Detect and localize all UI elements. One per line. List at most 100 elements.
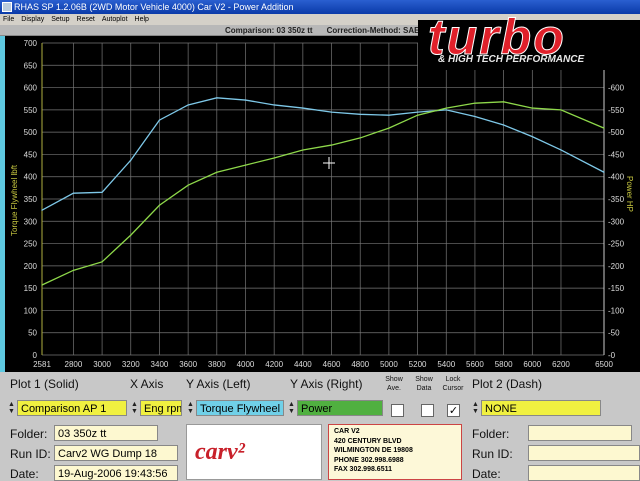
power-line-point — [359, 137, 361, 139]
yright-label: Y Axis (Right) — [290, 377, 363, 391]
x-tick-label: 5800 — [495, 360, 513, 369]
torque-line-point — [101, 191, 103, 193]
date1-label: Date: — [10, 467, 39, 481]
x-tick-label: 3400 — [151, 360, 169, 369]
y-right-tick-label: -450 — [608, 150, 625, 159]
menu-display[interactable]: Display — [21, 16, 44, 23]
power-line — [41, 101, 605, 286]
correction-text: Correction-Method: SAE — [326, 26, 420, 35]
xaxis-select[interactable]: Eng rpm — [140, 400, 182, 416]
runid2-field[interactable] — [528, 445, 640, 461]
power-line-point — [560, 109, 562, 111]
address-line: WILMINGTON DE 19808 — [334, 447, 413, 454]
torque-line-point — [72, 192, 75, 194]
y-right-tick-label: -50 — [608, 329, 620, 338]
menu-autoplot[interactable]: Autoplot — [102, 16, 128, 23]
y-right-tick-label: -250 — [608, 240, 625, 249]
power-line-point — [445, 107, 447, 109]
torque-line-point — [187, 104, 189, 106]
menu-help[interactable]: Help — [135, 16, 149, 23]
y-right-tick-label: -200 — [608, 262, 625, 271]
plot2-spinner[interactable]: ▲ ▼ — [472, 401, 480, 415]
x-tick-label: 4200 — [265, 360, 283, 369]
torque-line-point — [130, 159, 132, 161]
xaxis-spinner[interactable]: ▲ ▼ — [131, 401, 139, 415]
lock-cursor-checkbox[interactable]: ✓ — [447, 404, 460, 417]
x-tick-label: 6000 — [523, 360, 541, 369]
y-left-tick-label: 300 — [24, 217, 38, 226]
y-left-tick-label: 600 — [24, 84, 38, 93]
x-tick-label: 2800 — [65, 360, 83, 369]
torque-line-point — [474, 115, 476, 118]
torque-line-point — [503, 124, 505, 126]
power-line-point — [416, 114, 419, 116]
y-right-tick-label: -0 — [608, 351, 616, 360]
y-left-tick-label: 650 — [24, 61, 38, 70]
menu-file[interactable]: File — [3, 16, 14, 23]
power-line-point — [603, 127, 605, 129]
y-left-tick-label: 700 — [24, 39, 38, 48]
runid2-label: Run ID: — [472, 447, 513, 461]
y-right-tick-label: -100 — [608, 306, 625, 315]
power-line-point — [388, 127, 390, 129]
x-tick-label: 5200 — [409, 360, 427, 369]
x-tick-label: 5400 — [437, 360, 455, 369]
comparison-text: Comparison: 03 350z tt — [225, 26, 313, 35]
torque-line-point — [416, 111, 419, 113]
y-right-tick-label: -400 — [608, 173, 625, 182]
date1-field[interactable]: 19-Aug-2006 19:43:56 — [54, 465, 178, 481]
yleft-spinner[interactable]: ▲ ▼ — [187, 401, 195, 415]
show-ave-checkbox[interactable] — [391, 404, 404, 417]
torque-line-point — [216, 97, 218, 99]
power-line-point — [474, 102, 476, 104]
power-line-point — [101, 261, 103, 263]
power-line-point — [273, 157, 275, 159]
turbo-magazine-logo: turbo & HIGH TECH PERFORMANCE — [418, 9, 640, 70]
x-tick-label: 3200 — [122, 360, 140, 369]
plot2-select[interactable]: NONE — [481, 400, 601, 416]
torque-line-point — [359, 113, 361, 115]
show-ave-label: Show Ave. — [385, 376, 403, 392]
menu-setup[interactable]: Setup — [51, 16, 69, 23]
chart-svg[interactable]: 0 -0 50 -50 100 -100 150 -150 200 -200 250 -250 300 -… — [5, 36, 640, 372]
torque-line-point — [560, 149, 562, 151]
y-right-tick-label: -350 — [608, 195, 625, 204]
y-left-tick-label: 450 — [24, 150, 38, 159]
folder1-field[interactable]: 03 350z tt — [54, 425, 158, 441]
torque-line-point — [273, 104, 275, 106]
y-left-tick-label: 250 — [24, 240, 38, 249]
x-tick-label: 3600 — [179, 360, 197, 369]
carv2-logo: carv² — [186, 424, 322, 480]
date2-field[interactable] — [528, 465, 640, 481]
x-tick-label: 2581 — [33, 360, 51, 369]
runid1-label: Run ID: — [10, 447, 51, 461]
date2-label: Date: — [472, 467, 501, 481]
yright-spinner[interactable]: ▲ ▼ — [288, 401, 296, 415]
runid1-field[interactable]: Carv2 WG Dump 18 — [54, 445, 178, 461]
folder2-field[interactable] — [528, 425, 632, 441]
x-tick-label: 4800 — [351, 360, 369, 369]
power-line-point — [41, 284, 43, 286]
yleft-label: Y Axis (Left) — [186, 377, 251, 391]
plot1-select[interactable]: Comparison AP 1 — [17, 400, 127, 416]
power-line-point — [302, 149, 304, 151]
x-tick-label: 5600 — [466, 360, 484, 369]
power-line-point — [216, 171, 218, 173]
torque-line — [41, 97, 605, 211]
y-left-tick-label: 200 — [24, 262, 38, 271]
power-line-point — [158, 204, 161, 206]
torque-line-point — [445, 109, 447, 111]
plot1-spinner[interactable]: ▲ ▼ — [8, 401, 16, 415]
torque-line-point — [41, 209, 43, 211]
dyno-chart[interactable]: 0 -0 50 -50 100 -100 150 -150 200 -200 250 -250 300 -… — [0, 36, 640, 372]
window-title: RHAS SP 1.2.06B (2WD Motor Vehicle 4000)… — [14, 2, 294, 12]
torque-line-point — [330, 111, 333, 113]
yright-select[interactable]: Power — [297, 400, 383, 416]
show-data-checkbox[interactable] — [421, 404, 434, 417]
menu-reset[interactable]: Reset — [77, 16, 95, 23]
torque-line-point — [244, 99, 247, 101]
y-left-tick-label: 500 — [24, 128, 38, 137]
power-line-point — [187, 184, 189, 186]
y-right-tick-label: -550 — [608, 106, 625, 115]
yleft-select[interactable]: Torque Flywheel — [196, 400, 284, 416]
